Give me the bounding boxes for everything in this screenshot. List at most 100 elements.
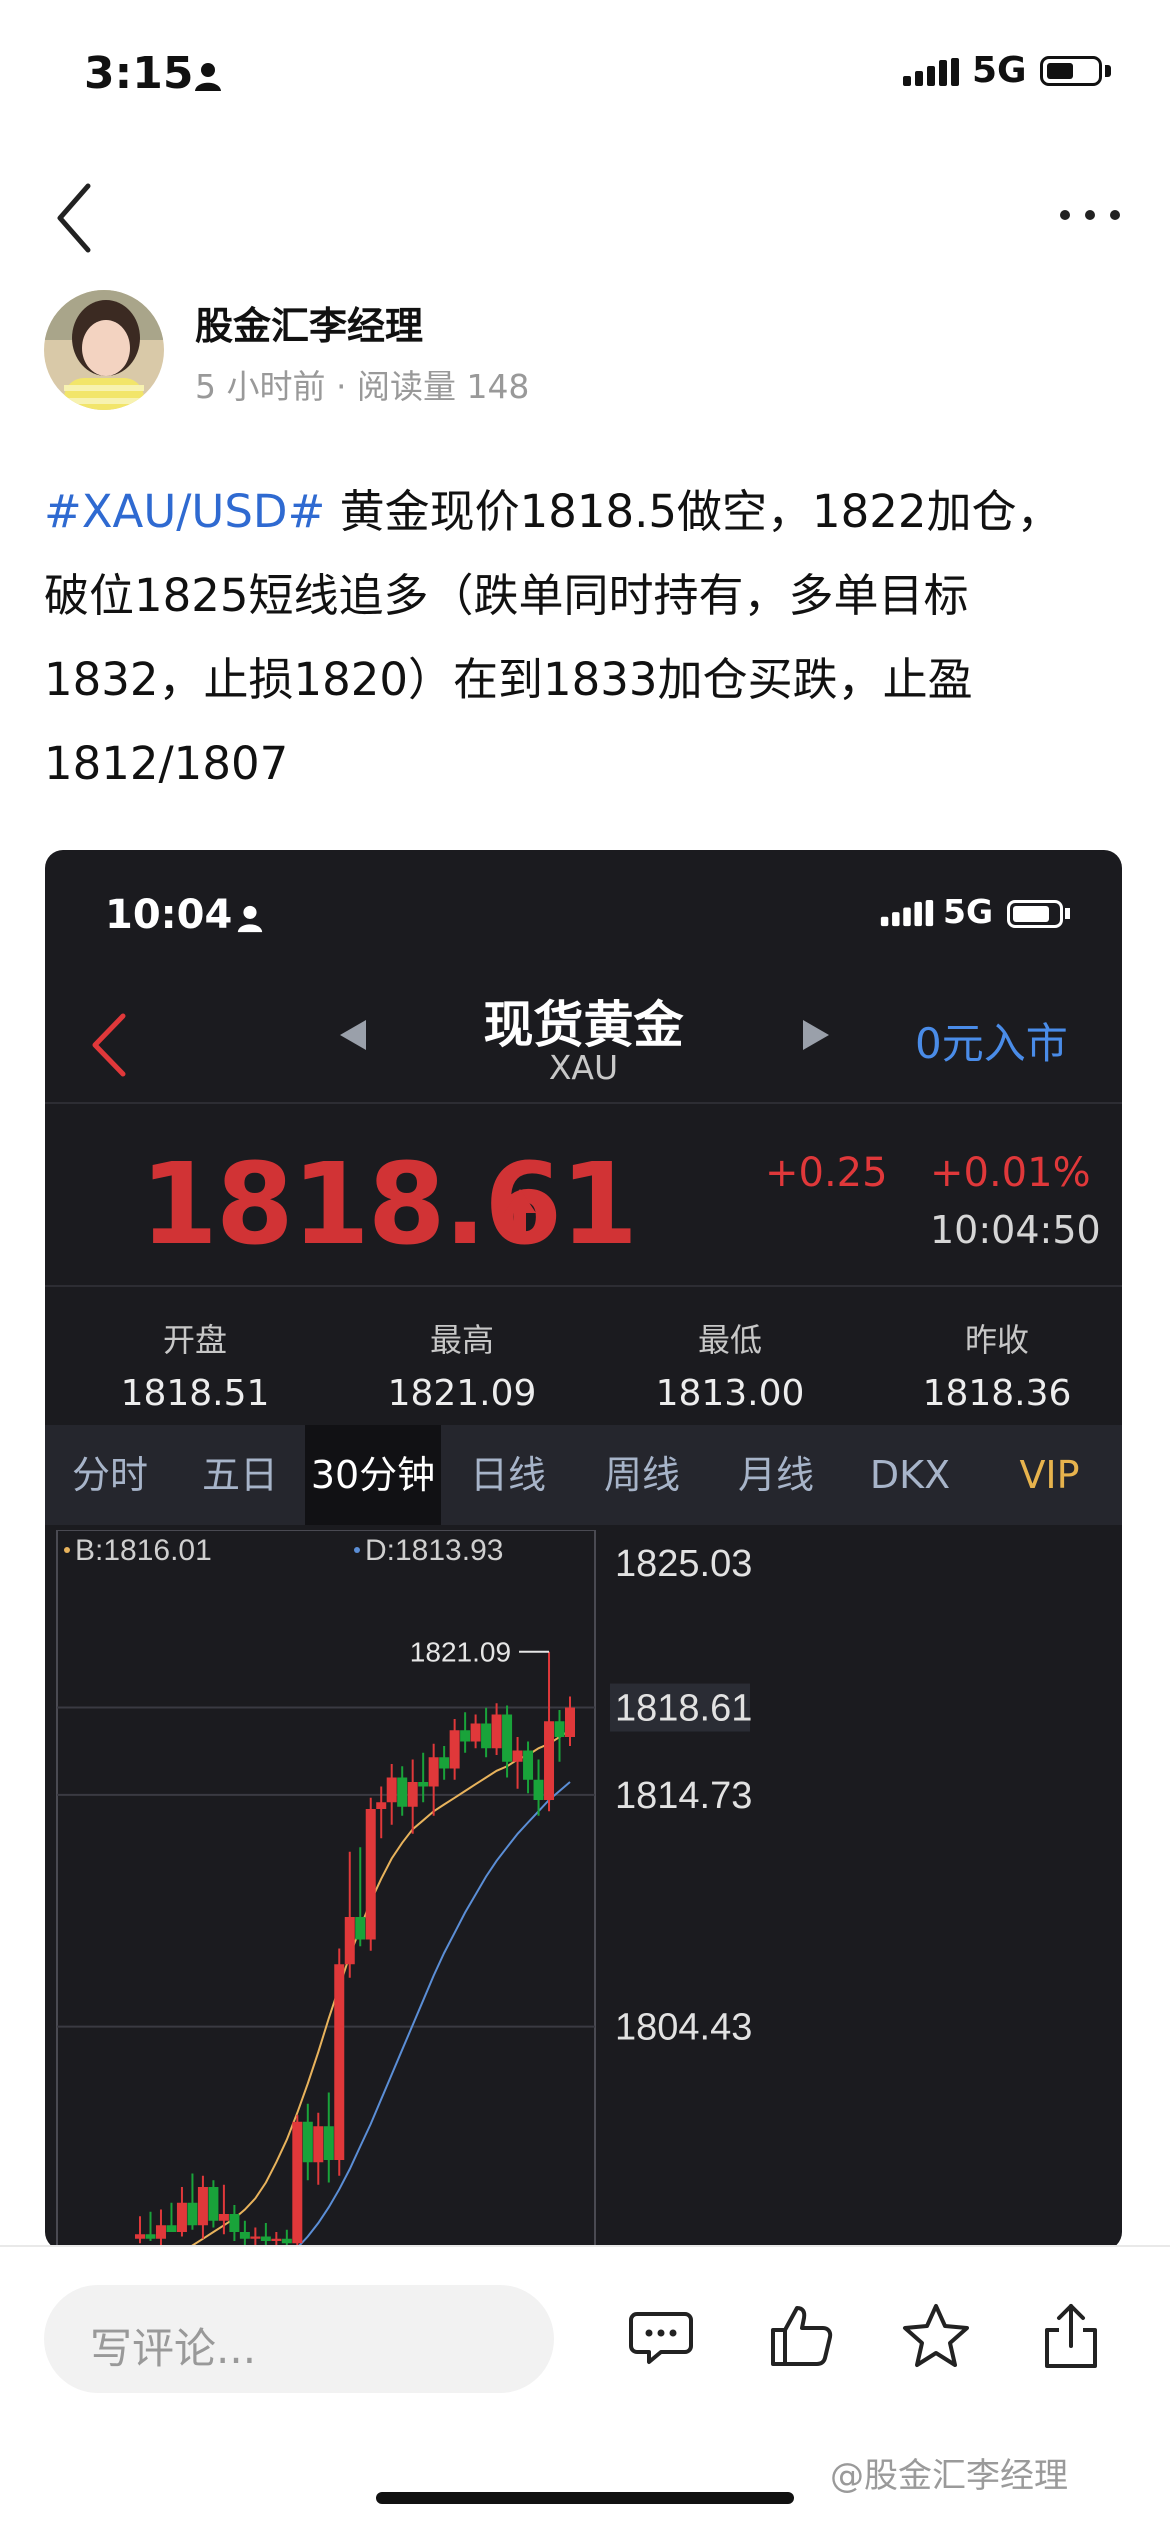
home-indicator [376, 2492, 794, 2504]
candle-body [208, 2187, 219, 2221]
tab-30min[interactable]: 30分钟 [305, 1425, 441, 1525]
stat-label: 昨收 [964, 1321, 1029, 1359]
next-instrument-icon[interactable] [803, 1020, 829, 1050]
watermark: @股金汇李经理 [830, 2456, 1068, 2496]
candle-body [292, 2121, 303, 2244]
stat-value: 1818.51 [120, 1373, 270, 1414]
candle-body [491, 1714, 502, 1749]
ma-line-b [179, 1729, 571, 2250]
candle-body [397, 1777, 408, 1807]
battery-icon [1040, 56, 1102, 86]
post-line-2: 破位1825短线追多（跌单同时持有，多单目标 [44, 569, 969, 622]
legend-dot-b [64, 1547, 70, 1553]
inner-network-label: 5G [943, 892, 994, 931]
battery-icon [1007, 900, 1063, 928]
tab-five-day[interactable]: 五日 [175, 1425, 305, 1525]
tab-intraday[interactable]: 分时 [45, 1425, 175, 1525]
candle-body [512, 1750, 523, 1762]
candle-body [565, 1707, 575, 1737]
candlestick-chart[interactable]: B:1816.01 D:1813.93 1821.09 1825.03 1818.61 1… [45, 1530, 1122, 2250]
candle-body [502, 1714, 513, 1762]
high-annotation: 1821.09 [410, 1637, 511, 1668]
candle-body [187, 2202, 198, 2226]
candle-body [428, 1757, 439, 1787]
candle-body [229, 2214, 240, 2232]
candle-body [176, 2202, 187, 2232]
candle-body [554, 1721, 565, 1737]
quote-time: 10:04:50 [930, 1208, 1101, 1252]
stat-value: 1818.36 [922, 1373, 1072, 1414]
tab-vip[interactable]: VIP [977, 1425, 1122, 1525]
tab-weekly[interactable]: 周线 [575, 1425, 709, 1525]
stat-value: 1813.00 [655, 1373, 805, 1414]
candle-body [407, 1782, 418, 1807]
signal-icon [880, 900, 934, 927]
candle-body [302, 2121, 313, 2163]
post-line-1: #XAU/USD# 黄金现价1818.5做空，1822加仓， [44, 470, 1134, 554]
battery-tip [1105, 65, 1111, 77]
tab-monthly[interactable]: 月线 [709, 1425, 843, 1525]
candle-body [250, 2236, 261, 2239]
network-label: 5G [972, 50, 1027, 91]
avatar[interactable] [44, 290, 164, 410]
battery-tip [1065, 908, 1070, 919]
y-tick-label: 1804.43 [615, 2007, 752, 2049]
back-button[interactable] [48, 178, 108, 258]
candle-body [323, 2126, 334, 2160]
post-line-4: 1812/1807 [44, 737, 289, 790]
candle-body [239, 2232, 250, 2239]
tab-dkx[interactable]: DKX [843, 1425, 977, 1525]
stat-label: 开盘 [162, 1321, 227, 1359]
stat-open: 开盘 1818.51 [65, 1315, 325, 1414]
stat-prev-close: 昨收 1818.36 [867, 1315, 1122, 1414]
hashtag-link[interactable]: #XAU/USD# [44, 485, 325, 538]
candle-body [135, 2234, 145, 2239]
y-tick-label: 1818.61 [615, 1688, 752, 1730]
candle-body [376, 1802, 387, 1809]
candle-body [544, 1721, 555, 1800]
legend-dot-d [354, 1547, 360, 1553]
post-line-3: 1832，止损1820）在到1833加仓买跌，止盈 [44, 653, 973, 706]
candle-body [145, 2234, 156, 2239]
candle-body [418, 1782, 429, 1787]
embedded-screenshot[interactable]: 10:04 5G 现货黄金 XAU 0元入市 1818.61 +0.25 +0.… [45, 850, 1122, 2250]
candle-body [386, 1777, 397, 1803]
inner-status-time: 10:04 [105, 892, 233, 938]
price-change-percent: +0.01% [930, 1150, 1091, 1196]
comment-placeholder: 写评论... [90, 2324, 257, 2373]
bottom-divider [0, 2245, 1170, 2247]
post-meta: 5 小时前 · 阅读量 148 [195, 367, 530, 406]
arrow-up-icon [504, 1189, 536, 1241]
author-name[interactable]: 股金汇李经理 [195, 295, 423, 350]
post-text-1: 黄金现价1818.5做空，1822加仓， [325, 485, 1062, 538]
more-options-icon[interactable] [1055, 190, 1125, 240]
stat-low: 最低 1813.00 [600, 1315, 860, 1414]
favorite-star-icon[interactable] [900, 2300, 972, 2372]
ma-line-d [293, 1781, 571, 2250]
comment-icon[interactable] [625, 2300, 697, 2372]
candle-body [166, 2225, 177, 2232]
candle-body [197, 2187, 208, 2226]
person-icon [237, 905, 263, 933]
candle-body [481, 1723, 492, 1749]
candle-body [460, 1730, 471, 1742]
share-icon[interactable] [1035, 2300, 1107, 2372]
post-body: #XAU/USD# 黄金现价1818.5做空，1822加仓， 破位1825短线追… [44, 470, 1134, 806]
period-tabs: 分时 五日 30分钟 日线 周线 月线 DKX VIP [45, 1425, 1122, 1525]
legend-d: D:1813.93 [365, 1534, 503, 1567]
stat-high: 最高 1821.09 [332, 1315, 592, 1414]
candle-body [439, 1757, 450, 1769]
like-icon[interactable] [765, 2300, 837, 2372]
candle-body [313, 2126, 324, 2163]
stat-label: 最低 [697, 1321, 762, 1359]
stat-value: 1821.09 [387, 1373, 537, 1414]
price-change: +0.25 [765, 1150, 888, 1196]
candle-body [533, 1779, 544, 1800]
enter-market-link[interactable]: 0元入市 [915, 1010, 1068, 1071]
person-icon [195, 63, 221, 91]
divider [45, 1285, 1122, 1287]
candle-body [523, 1750, 534, 1780]
y-tick-label: 1825.03 [615, 1543, 752, 1585]
candle-body [449, 1730, 460, 1769]
tab-daily[interactable]: 日线 [441, 1425, 575, 1525]
